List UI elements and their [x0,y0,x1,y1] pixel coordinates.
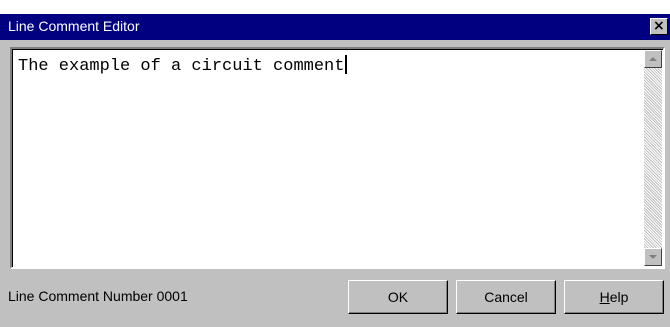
comment-text: The example of a circuit comment [18,57,345,76]
title-bar[interactable]: Line Comment Editor × [0,14,670,40]
vertical-scrollbar[interactable] [644,50,662,266]
window-title: Line Comment Editor [8,18,140,34]
close-icon: × [653,18,665,34]
line-comment-number-label: Line Comment Number 0001 [8,288,188,304]
ok-button[interactable]: OK [348,280,448,314]
scroll-down-button[interactable] [644,248,662,266]
cancel-button[interactable]: Cancel [456,280,556,314]
help-button[interactable]: Help [564,280,664,314]
help-label-rest: elp [609,289,629,305]
scroll-up-arrow-icon [649,57,657,61]
comment-text-content[interactable]: The example of a circuit comment [18,55,348,77]
scroll-down-arrow-icon [649,255,657,259]
scroll-up-button[interactable] [644,50,662,68]
close-button[interactable]: × [650,18,668,35]
text-caret [345,55,348,74]
comment-text-area[interactable]: The example of a circuit comment [10,47,665,269]
help-mnemonic: H [599,289,610,305]
line-comment-editor-dialog: Line Comment Editor × The example of a c… [0,14,670,327]
caption-strip [0,0,670,12]
